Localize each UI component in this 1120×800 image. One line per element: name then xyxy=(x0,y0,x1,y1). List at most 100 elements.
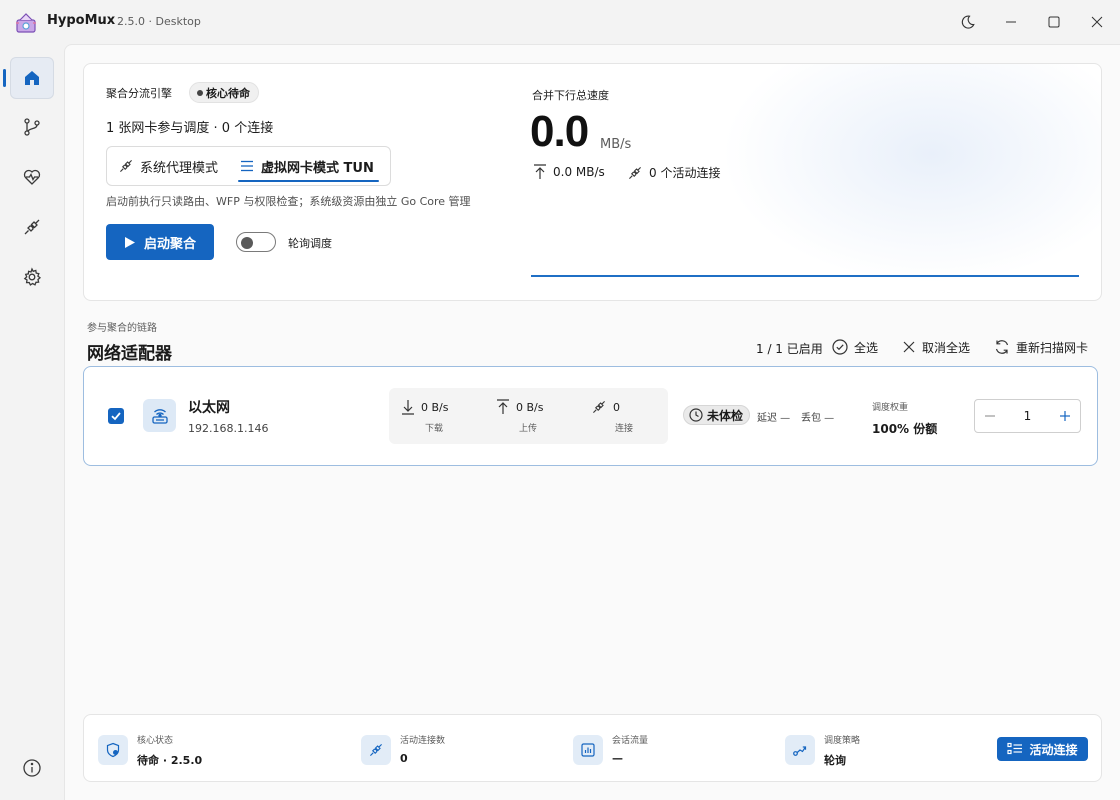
mode-selector: 系统代理模式 虚拟网卡模式 TUN xyxy=(106,146,391,186)
latency-value: 延迟 — xyxy=(757,413,791,424)
scheduling-policy-value: 轮询 xyxy=(824,754,846,767)
plug-icon xyxy=(627,165,643,181)
session-traffic-value: — xyxy=(612,752,623,765)
polling-toggle-label: 轮询调度 xyxy=(288,237,332,250)
polling-toggle[interactable] xyxy=(236,232,276,252)
plug-icon xyxy=(118,158,134,174)
section-title: 网络适配器 xyxy=(87,344,172,364)
gear-icon xyxy=(22,267,42,287)
play-icon xyxy=(124,236,136,249)
decrement-button[interactable] xyxy=(975,400,1005,432)
core-status-value: 待命 · 2.5.0 xyxy=(137,754,203,767)
weight-label: 调度权重 xyxy=(872,403,909,413)
sidebar-item-routing[interactable] xyxy=(10,106,54,148)
app-name: HypoMux xyxy=(47,13,116,28)
adapter-ip: 192.168.1.146 xyxy=(188,422,269,435)
packet-loss-value: 丢包 — xyxy=(801,413,835,424)
mode-option-label: 系统代理模式 xyxy=(140,160,219,176)
ethernet-icon xyxy=(143,399,176,432)
maximize-button[interactable] xyxy=(1042,10,1066,34)
toggle-knob xyxy=(241,237,253,249)
plug-icon xyxy=(591,399,607,415)
check-circle-icon xyxy=(832,339,848,355)
enabled-count: 1 / 1 已启用 xyxy=(756,342,823,356)
weight-value[interactable]: 1 xyxy=(1005,400,1050,432)
upload-label: 上传 xyxy=(519,424,538,434)
minimize-button[interactable] xyxy=(999,10,1023,34)
hero-glow xyxy=(721,64,1101,284)
upload-speed: 0.0 MB/s xyxy=(533,164,605,180)
speed-unit: MB/s xyxy=(600,137,632,152)
speed-value: 0.0 xyxy=(530,107,589,156)
theme-toggle-moon-icon[interactable] xyxy=(956,10,980,34)
start-aggregation-label: 启动聚合 xyxy=(143,236,196,252)
sidebar-item-connections[interactable] xyxy=(10,206,54,248)
active-connections-summary: 0 个活动连接 xyxy=(627,164,720,181)
nav-active-indicator xyxy=(3,69,6,87)
speed-sparkline xyxy=(531,275,1079,277)
upload-value: 0 B/s xyxy=(516,400,544,414)
list-icon xyxy=(1007,742,1023,756)
select-all-button[interactable]: 全选 xyxy=(832,337,878,357)
engine-summary: 1 张网卡参与调度 · 0 个连接 xyxy=(106,121,274,136)
home-icon xyxy=(22,68,42,88)
app-logo-icon xyxy=(14,11,38,35)
health-icon xyxy=(22,167,42,187)
status-badge-label: 核心待命 xyxy=(206,86,250,100)
active-connections-count-value: 0 xyxy=(400,752,408,765)
shield-icon xyxy=(98,735,128,765)
increment-button[interactable] xyxy=(1050,400,1080,432)
section-subtitle: 参与聚合的链路 xyxy=(87,323,157,334)
connections-label: 连接 xyxy=(615,424,634,434)
start-aggregation-button[interactable]: 启动聚合 xyxy=(106,224,214,260)
arrow-down-icon xyxy=(401,399,415,415)
mode-option-system-proxy[interactable]: 系统代理模式 xyxy=(118,147,218,185)
scheduling-policy-label: 调度策略 xyxy=(824,736,861,746)
deselect-all-label: 取消全选 xyxy=(922,340,971,355)
plug-icon xyxy=(361,735,391,765)
health-status-label: 未体检 xyxy=(707,408,744,423)
active-connections-button[interactable]: 活动连接 xyxy=(997,737,1088,761)
health-status-badge: 未体检 xyxy=(683,405,751,425)
engine-hint: 启动前执行只读路由、WFP 与权限检查；系统级资源由独立 Go Core 管理 xyxy=(106,195,471,208)
download-label: 下载 xyxy=(425,424,444,434)
close-button[interactable] xyxy=(1085,10,1109,34)
active-connections-button-label: 活动连接 xyxy=(1029,742,1078,757)
refresh-icon xyxy=(994,339,1010,355)
status-footer: 核心状态 待命 · 2.5.0 活动连接数 0 会话流量 — 调度策略 轮询 活… xyxy=(83,714,1102,782)
title-bar: HypoMux 2.5.0 · Desktop xyxy=(0,0,1120,44)
core-status-label: 核心状态 xyxy=(137,736,174,746)
weight-share: 100% 份额 xyxy=(872,422,938,436)
info-icon xyxy=(22,758,42,778)
mode-option-label: 虚拟网卡模式 TUN xyxy=(261,160,374,176)
route-icon xyxy=(785,735,815,765)
sidebar-item-settings[interactable] xyxy=(10,256,54,298)
app-version: 2.5.0 · Desktop xyxy=(117,15,201,28)
weight-stepper: 1 xyxy=(974,399,1081,433)
arrow-up-icon xyxy=(533,164,547,180)
download-stat: 0 B/s 下载 xyxy=(401,397,448,434)
active-connections-label: 活动连接数 xyxy=(400,736,446,746)
upload-speed-value: 0.0 MB/s xyxy=(553,165,605,179)
speed-title: 合并下行总速度 xyxy=(532,89,609,102)
connections-stat: 0 连接 xyxy=(591,397,633,434)
status-badge: 核心待命 xyxy=(189,82,259,103)
arrow-up-icon xyxy=(496,399,510,415)
close-icon xyxy=(902,340,916,354)
chart-icon xyxy=(573,735,603,765)
upload-stat: 0 B/s 上传 xyxy=(496,397,544,434)
adapter-card[interactable]: 以太网 192.168.1.146 0 B/s 下载 0 B/s 上传 0 连接… xyxy=(83,366,1098,466)
deselect-all-button[interactable]: 取消全选 xyxy=(902,337,970,357)
session-traffic-label: 会话流量 xyxy=(612,736,649,746)
sidebar-item-about[interactable] xyxy=(10,747,54,789)
active-connections-value: 0 个活动连接 xyxy=(649,166,721,180)
rescan-adapters-button[interactable]: 重新扫描网卡 xyxy=(994,337,1088,357)
mode-selected-underline xyxy=(238,180,379,182)
sidebar-item-home[interactable] xyxy=(10,57,54,99)
engine-label: 聚合分流引擎 xyxy=(106,87,172,100)
adapter-checkbox[interactable] xyxy=(108,408,124,424)
sidebar-item-health[interactable] xyxy=(10,156,54,198)
adapter-name: 以太网 xyxy=(188,400,230,416)
status-dot xyxy=(197,89,203,96)
clock-icon xyxy=(689,408,703,422)
